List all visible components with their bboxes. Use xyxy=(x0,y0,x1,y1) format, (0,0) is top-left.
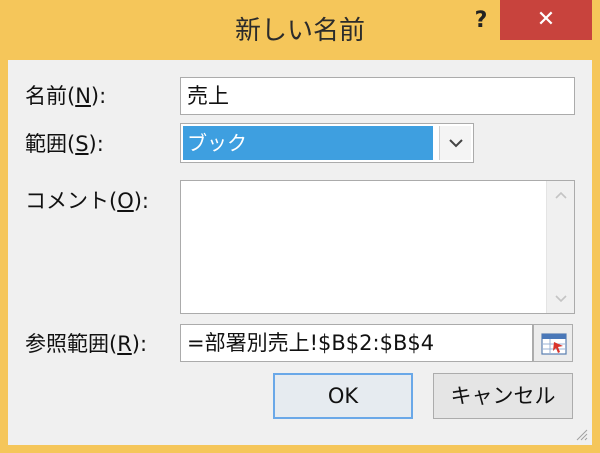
refers-to-label-pre: 参照範囲( xyxy=(25,332,118,356)
name-label: 名前(N): xyxy=(25,80,106,110)
scope-label-accesskey: S xyxy=(75,132,89,156)
ok-button[interactable]: OK xyxy=(273,373,413,419)
name-label-post: ): xyxy=(90,84,107,108)
comment-label-pre: コメント( xyxy=(25,189,118,213)
scope-selected-value: ブック xyxy=(183,126,433,160)
help-button[interactable]: ? xyxy=(462,4,500,38)
cancel-button[interactable]: キャンセル xyxy=(433,373,573,419)
refers-to-input[interactable]: =部署別売上!$B$2:$B$4 xyxy=(180,324,533,362)
refers-to-label: 参照範囲(R): xyxy=(25,328,147,358)
scroll-up-icon[interactable] xyxy=(555,191,567,199)
collapse-dialog-icon xyxy=(541,333,567,355)
scope-dropdown-button[interactable] xyxy=(439,126,471,160)
refers-to-label-accesskey: R xyxy=(117,332,132,356)
comment-label-post: ): xyxy=(133,189,150,213)
close-button[interactable]: ✕ xyxy=(500,0,592,40)
chevron-down-icon xyxy=(449,139,463,148)
resize-grip-icon[interactable] xyxy=(574,427,588,441)
comment-label: コメント(O): xyxy=(25,185,149,215)
scope-label-pre: 範囲( xyxy=(25,132,76,156)
refers-to-label-post: ): xyxy=(131,332,148,356)
comment-textarea[interactable] xyxy=(180,180,575,314)
name-input[interactable]: 売上 xyxy=(180,77,575,115)
title-bar: 新しい名前 ? ✕ xyxy=(0,0,600,60)
scope-label: 範囲(S): xyxy=(25,128,104,158)
dialog-body: 名前(N): 売上 範囲(S): ブック コメント(O): 参照範囲(R): =… xyxy=(8,60,592,445)
scroll-down-icon[interactable] xyxy=(555,295,567,303)
comment-label-accesskey: O xyxy=(117,189,134,213)
scope-label-post: ): xyxy=(88,132,104,156)
comment-scrollbar[interactable] xyxy=(546,181,574,313)
range-select-button[interactable] xyxy=(533,324,573,362)
scope-select[interactable]: ブック xyxy=(180,123,474,163)
name-label-pre: 名前( xyxy=(25,84,76,108)
name-label-accesskey: N xyxy=(75,84,91,108)
